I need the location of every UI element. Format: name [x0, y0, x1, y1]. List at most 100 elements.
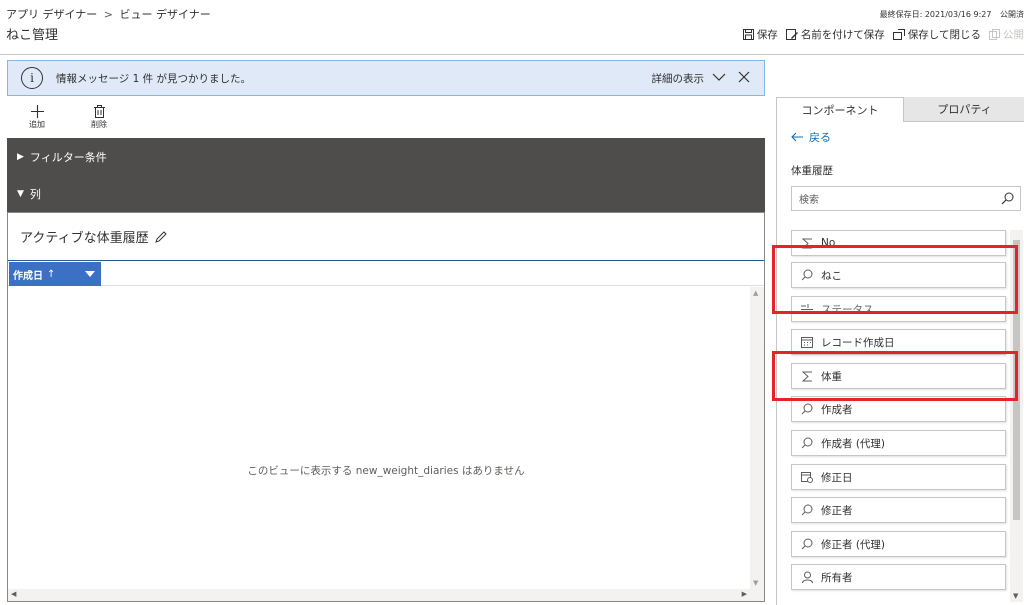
arrow-left-icon: [791, 132, 803, 142]
sort-ascending-icon: ↑: [47, 268, 56, 280]
field-list: No ねこ ステータス レコード作成日 体重 作成者 作成者 (代理) 修正日: [791, 230, 1011, 602]
page-title: ねこ管理: [6, 28, 59, 43]
trash-icon: [93, 104, 105, 118]
caret-down-icon: ▼: [17, 188, 24, 199]
filter-section-header[interactable]: ▶ フィルター条件: [7, 138, 765, 175]
field-label: 作成者 (代理): [821, 437, 886, 450]
add-button[interactable]: 追加: [19, 103, 55, 130]
date-edit-icon: [800, 471, 814, 483]
save-label: 保存: [756, 29, 778, 41]
tab-components[interactable]: コンポーネント: [777, 97, 904, 122]
scroll-down-icon[interactable]: ▼: [1013, 592, 1018, 600]
scroll-down-icon[interactable]: ▼: [753, 579, 758, 587]
info-message-bar: i 情報メッセージ 1 件 が見つかりました。 詳細の表示: [7, 60, 765, 96]
add-label: 追加: [29, 120, 45, 129]
field-item-no[interactable]: No: [791, 230, 1006, 256]
option-set-icon: [800, 303, 814, 315]
info-icon: i: [21, 67, 43, 89]
component-panel: コンポーネント プロパティ 戻る 体重履歴 検索 No ねこ ステータス レコー…: [776, 97, 1024, 605]
field-list-scrollbar[interactable]: ▼: [1010, 230, 1023, 602]
publish-button[interactable]: 公開: [989, 27, 1024, 42]
panel-tabs: コンポーネント プロパティ: [777, 97, 1024, 122]
field-label: 修正日: [821, 471, 853, 484]
pencil-icon[interactable]: [154, 230, 167, 243]
entity-label: 体重履歴: [791, 165, 833, 177]
scrollbar-thumb[interactable]: [1013, 240, 1020, 520]
field-label: 修正者: [821, 504, 853, 517]
search-icon[interactable]: [1001, 192, 1014, 205]
back-button[interactable]: 戻る: [791, 129, 831, 145]
chevron-right-icon: >: [103, 8, 113, 21]
field-item-modified-on[interactable]: 修正日: [791, 464, 1006, 490]
field-item-record-created[interactable]: レコード作成日: [791, 329, 1006, 355]
breadcrumb: アプリ デザイナー > ビュー デザイナー: [6, 6, 211, 22]
back-label: 戻る: [809, 131, 831, 144]
column-header-label: 作成日: [13, 270, 43, 282]
field-label: レコード作成日: [821, 336, 895, 349]
lookup-icon: [800, 504, 814, 516]
vertical-scrollbar[interactable]: ▲ ▼: [750, 287, 764, 601]
column-header-created-on[interactable]: 作成日 ↑: [9, 262, 101, 286]
horizontal-scrollbar[interactable]: ◀ ▶: [8, 589, 750, 601]
field-label: 作成者: [821, 403, 853, 416]
person-icon: [800, 571, 814, 583]
publish-label: 公開: [1003, 29, 1024, 41]
save-icon: [742, 29, 754, 40]
lookup-icon: [800, 437, 814, 449]
message-text: 情報メッセージ 1 件 が見つかりました。: [56, 72, 251, 85]
field-label: 修正者 (代理): [821, 538, 886, 551]
command-bar: 保存 名前を付けて保存 保存して閉じる 公開: [742, 27, 1024, 42]
search-placeholder: 検索: [799, 195, 819, 206]
columns-label: 列: [29, 187, 41, 201]
save-close-label: 保存して閉じる: [907, 29, 981, 41]
empty-state-message: このビューに表示する new_weight_diaries はありません: [247, 465, 525, 477]
sum-icon: [800, 371, 814, 382]
save-as-icon: [785, 29, 798, 40]
field-item-created-by-delegate[interactable]: 作成者 (代理): [791, 430, 1006, 456]
search-input[interactable]: 検索: [791, 186, 1021, 211]
save-close-icon: [892, 29, 905, 40]
show-details-link[interactable]: 詳細の表示: [652, 71, 705, 86]
view-name-text: アクティブな体重履歴: [20, 231, 149, 246]
delete-button[interactable]: 削除: [81, 103, 117, 130]
divider: [8, 260, 764, 261]
field-item-owner[interactable]: 所有者: [791, 564, 1006, 590]
save-as-button[interactable]: 名前を付けて保存: [785, 27, 885, 42]
scroll-up-icon[interactable]: ▲: [753, 289, 758, 297]
last-saved-text: 最終保存日: 2021/03/16 9:27: [879, 10, 992, 19]
lookup-icon: [800, 538, 814, 550]
field-item-modified-by[interactable]: 修正者: [791, 497, 1006, 523]
sum-icon: [800, 238, 814, 249]
breadcrumb-view: ビュー デザイナー: [119, 8, 211, 21]
filter-label: フィルター条件: [29, 150, 107, 164]
scroll-left-icon[interactable]: ◀: [11, 590, 16, 598]
field-item-weight[interactable]: 体重: [791, 363, 1006, 389]
lookup-icon: [800, 403, 814, 415]
lookup-icon: [800, 269, 814, 281]
view-name[interactable]: アクティブな体重履歴: [20, 227, 167, 246]
view-canvas: アクティブな体重履歴 作成日 ↑ このビューに表示する new_weight_d…: [7, 212, 765, 602]
close-icon[interactable]: [738, 71, 750, 83]
field-item-modified-by-delegate[interactable]: 修正者 (代理): [791, 531, 1006, 557]
publish-icon: [989, 29, 1000, 40]
scroll-right-icon[interactable]: ▶: [742, 590, 747, 598]
plus-icon: [30, 104, 44, 118]
columns-section-header[interactable]: ▼ 列: [7, 175, 765, 212]
field-label: ステータス: [821, 303, 874, 316]
save-as-label: 名前を付けて保存: [800, 29, 885, 41]
delete-label: 削除: [91, 120, 107, 129]
chevron-down-icon[interactable]: [712, 71, 726, 83]
field-label: ねこ: [821, 269, 842, 282]
breadcrumb-app[interactable]: アプリ デザイナー: [6, 8, 97, 21]
save-close-button[interactable]: 保存して閉じる: [892, 27, 981, 42]
last-saved-info: 最終保存日: 2021/03/16 9:27 公開済: [880, 9, 1024, 20]
tab-properties[interactable]: プロパティ: [904, 97, 1024, 122]
chevron-down-icon[interactable]: [85, 271, 95, 277]
field-item-created-by[interactable]: 作成者: [791, 396, 1006, 422]
caret-right-icon: ▶: [17, 151, 24, 162]
save-button[interactable]: 保存: [742, 27, 778, 42]
field-item-cat[interactable]: ねこ: [791, 262, 1006, 288]
field-label: 所有者: [821, 571, 853, 584]
field-label: 体重: [821, 370, 842, 383]
field-item-status[interactable]: ステータス: [791, 296, 1006, 322]
